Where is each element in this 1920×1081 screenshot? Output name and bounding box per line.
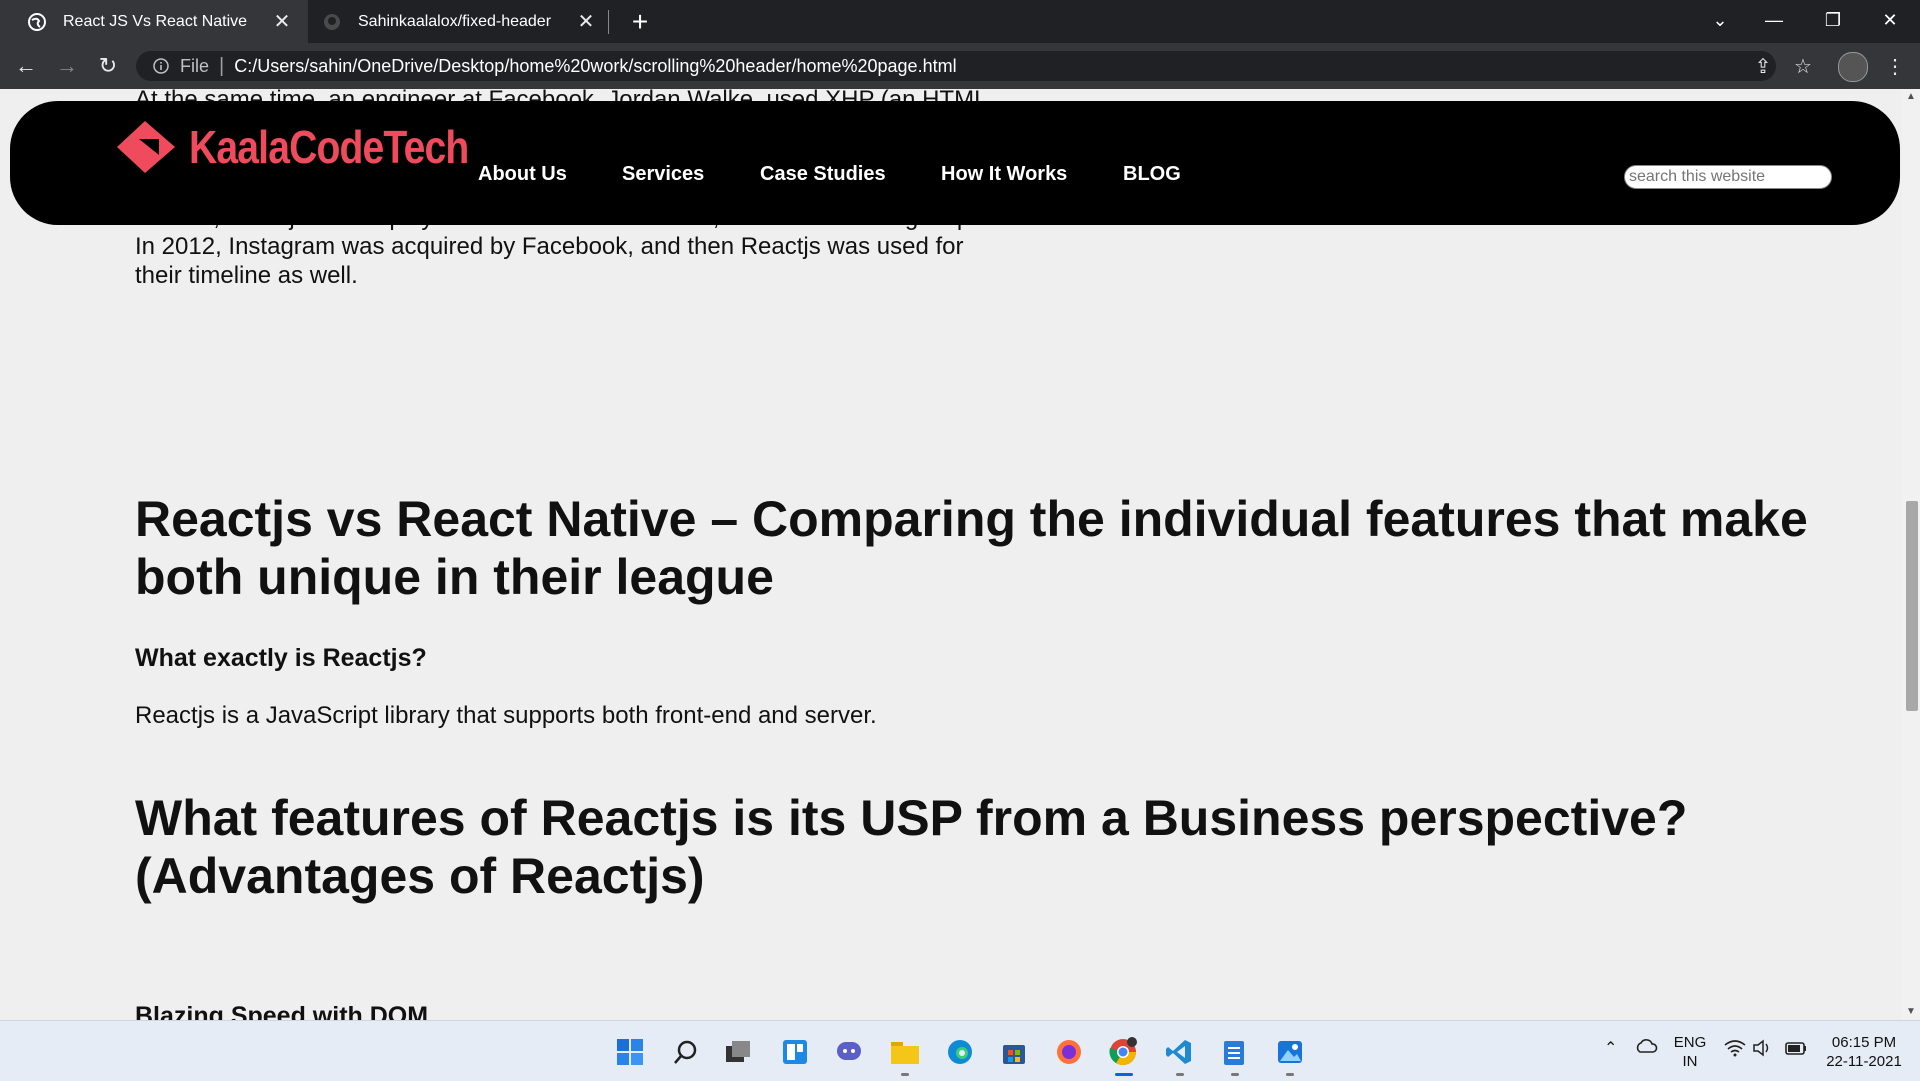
close-window-icon[interactable]: ✕	[1862, 0, 1918, 40]
teams-chat-icon[interactable]	[832, 1035, 866, 1069]
nav-about-us[interactable]: About Us	[478, 163, 567, 186]
logo[interactable]: KaalaCodeTech	[115, 119, 518, 175]
site-header: KaalaCodeTech About Us Services Case Stu…	[10, 101, 1900, 225]
running-indicator	[1286, 1073, 1294, 1076]
new-tab-button[interactable]: +	[622, 4, 658, 40]
tab-divider	[608, 10, 609, 34]
globe-icon	[27, 12, 47, 32]
onedrive-icon[interactable]	[1634, 1037, 1658, 1060]
paragraph-text: Reactjs is a JavaScript library that sup…	[135, 702, 877, 729]
nav-blog[interactable]: BLOG	[1123, 163, 1181, 186]
url-scheme: File	[180, 55, 210, 76]
sub-heading: Blazing Speed with DOM	[135, 1002, 429, 1020]
nav-how-it-works[interactable]: How It Works	[941, 163, 1067, 186]
section-heading-line: Reactjs vs React Native – Comparing the …	[135, 491, 1808, 547]
windows-start-icon[interactable]	[613, 1035, 647, 1069]
wifi-icon[interactable]	[1724, 1039, 1746, 1062]
sub-heading: What exactly is Reactjs?	[135, 644, 427, 672]
firefox-icon[interactable]	[1052, 1035, 1086, 1069]
search-input[interactable]	[1624, 165, 1832, 189]
nav-services[interactable]: Services	[622, 163, 704, 186]
close-tab-icon[interactable]: ✕	[268, 9, 296, 34]
bookmark-star-icon[interactable]: ☆	[1788, 51, 1818, 81]
active-app-indicator	[1115, 1073, 1133, 1076]
profile-avatar[interactable]	[1838, 52, 1868, 82]
clock-date: 22-11-2021	[1826, 1053, 1902, 1070]
tab-github-fixed-header[interactable]: Sahinkaalalox/fixed-header ✕	[312, 0, 612, 43]
language-indicator[interactable]: ENG IN	[1672, 1033, 1708, 1071]
widgets-icon[interactable]	[778, 1035, 812, 1069]
scroll-up-icon[interactable]: ▲	[1902, 89, 1920, 105]
tray-overflow-icon[interactable]: ⌃	[1604, 1039, 1617, 1058]
running-indicator	[901, 1073, 909, 1076]
page-viewport: At the same time, an engineer at Faceboo…	[0, 89, 1902, 1020]
running-indicator	[1176, 1073, 1184, 1076]
section-heading-line: (Advantages of Reactjs)	[135, 848, 705, 904]
logo-mark-icon	[117, 121, 175, 173]
reload-icon[interactable]: ↻	[92, 50, 124, 82]
browser-tab-strip: React JS Vs React Native ✕ Sahinkaalalox…	[0, 0, 1920, 43]
store-icon[interactable]	[997, 1035, 1031, 1069]
share-icon[interactable]: ⇪	[1748, 51, 1778, 81]
forward-arrow-icon[interactable]: →	[51, 50, 83, 82]
windows-taskbar: ⌃ ENG IN 06:15 PM 22-11-2021	[0, 1020, 1920, 1081]
paragraph-line: In 2012, Instagram was acquired by Faceb…	[135, 233, 964, 260]
scrollbar-thumb[interactable]	[1906, 501, 1918, 711]
address-bar[interactable]: File | C:/Users/sahin/OneDrive/Desktop/h…	[136, 51, 1776, 81]
notepad-icon[interactable]	[1217, 1035, 1251, 1069]
tab-react-vs-native[interactable]: React JS Vs React Native ✕	[0, 0, 308, 43]
volume-icon[interactable]	[1752, 1039, 1774, 1062]
url-text[interactable]: C:/Users/sahin/OneDrive/Desktop/home%20w…	[234, 56, 956, 77]
tab-search-icon[interactable]: ⌄	[1692, 0, 1748, 40]
battery-icon[interactable]	[1784, 1039, 1808, 1062]
task-view-icon[interactable]	[721, 1035, 755, 1069]
clock-time: 06:15 PM	[1831, 1034, 1897, 1051]
region-text: IN	[1682, 1053, 1698, 1070]
nav-case-studies[interactable]: Case Studies	[760, 163, 886, 186]
url-separator: |	[219, 54, 225, 77]
tab-title: Sahinkaalalox/fixed-header	[358, 12, 552, 30]
edge-icon[interactable]	[943, 1035, 977, 1069]
section-heading-line: both unique in their league	[135, 549, 774, 605]
search-icon[interactable]	[669, 1035, 703, 1069]
vscode-icon[interactable]	[1162, 1035, 1196, 1069]
running-indicator	[1231, 1073, 1239, 1076]
photos-icon[interactable]	[1273, 1035, 1307, 1069]
github-icon	[322, 12, 342, 32]
paragraph-line: their timeline as well.	[135, 262, 358, 289]
language-text: ENG	[1673, 1034, 1707, 1051]
back-arrow-icon[interactable]: ←	[10, 50, 42, 82]
chrome-icon[interactable]	[1106, 1035, 1140, 1069]
section-heading-line: What features of Reactjs is its USP from…	[135, 790, 1688, 846]
close-tab-icon[interactable]: ✕	[572, 9, 600, 34]
menu-kebab-icon[interactable]: ⋮	[1880, 51, 1910, 81]
minimize-icon[interactable]: —	[1746, 0, 1802, 40]
logo-text: KaalaCodeTech	[189, 121, 469, 173]
info-icon[interactable]	[150, 55, 172, 77]
file-explorer-icon[interactable]	[888, 1035, 922, 1069]
scroll-down-icon[interactable]: ▼	[1902, 1004, 1920, 1020]
restore-icon[interactable]: ❐	[1805, 0, 1861, 40]
clock[interactable]: 06:15 PM 22-11-2021	[1824, 1033, 1904, 1071]
tab-title: React JS Vs React Native	[63, 12, 248, 30]
page-scrollbar[interactable]: ▲ ▼	[1902, 89, 1920, 1020]
